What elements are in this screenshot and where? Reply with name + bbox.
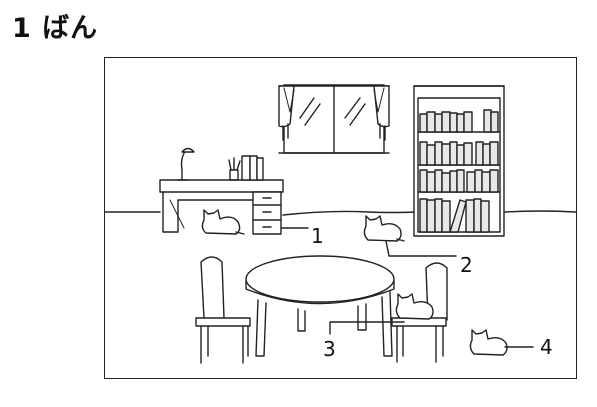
cat-near-bookcase [363, 215, 405, 242]
label-4: 4 [540, 335, 553, 359]
label-3: 3 [323, 337, 336, 361]
leader-line-2 [385, 240, 457, 257]
round-table [245, 255, 395, 357]
chair-left [195, 256, 251, 364]
bookcase [413, 85, 505, 237]
cat-bottom-right [469, 329, 508, 356]
label-1: 1 [311, 224, 324, 248]
cat-under-desk [201, 209, 245, 235]
label-2: 2 [460, 253, 473, 277]
window [278, 84, 390, 154]
room-scene: 1 2 3 4 [105, 84, 576, 364]
